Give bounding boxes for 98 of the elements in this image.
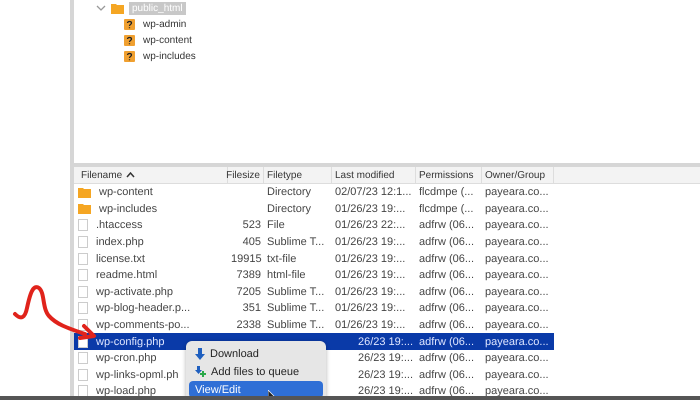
- owner-cell-text: payeara.co...: [484, 368, 550, 381]
- filetype-cell-text: html-file: [266, 269, 307, 282]
- menu-item[interactable]: Add files to queue: [189, 363, 323, 380]
- filename-cell-text: wp-load.php: [95, 385, 157, 398]
- owner-cell-text: payeara.co...: [484, 319, 550, 332]
- modified-cell-text: 01/26/23 19:...: [334, 269, 406, 282]
- owner-cell-text: payeara.co...: [484, 219, 550, 232]
- question-mark-icon: [124, 50, 135, 62]
- permissions-cell-text: adfrw (06...: [418, 269, 476, 282]
- file-icon: [78, 385, 88, 398]
- filetype-cell-text: File: [266, 219, 286, 232]
- folder-icon: [78, 203, 91, 214]
- tree-item[interactable]: wp-includes: [140, 50, 199, 62]
- owner-cell-text: payeara.co...: [484, 236, 550, 248]
- permissions-cell-text: adfrw (06...: [418, 385, 476, 398]
- permissions-cell-text: adfrw (06...: [418, 319, 476, 332]
- filename-cell-text: wp-comments-po...: [95, 319, 191, 332]
- question-mark-icon: [124, 18, 135, 30]
- filetype-cell-text: txt-file: [266, 252, 298, 265]
- menu-item[interactable]: Download: [189, 345, 323, 362]
- filesize-cell-text: 2338: [236, 319, 262, 332]
- modified-cell-text: 01/26/23 19:...: [334, 286, 406, 298]
- modified-cell-text: 01/26/23 19:...: [334, 202, 406, 215]
- filetype-cell-text: Directory: [266, 186, 312, 198]
- column-header[interactable]: Owner/Group: [482, 167, 554, 183]
- owner-cell-text: payeara.co...: [484, 385, 550, 398]
- filesize-cell-text: 7389: [236, 269, 262, 282]
- modified-cell-text: 01/26/23 19:...: [334, 236, 406, 248]
- filesize-cell-text: 7205: [236, 286, 262, 298]
- filename-cell-text: wp-content: [98, 186, 154, 198]
- permissions-cell-text: adfrw (06...: [418, 336, 476, 348]
- modified-cell-text: 01/26/23 19:...: [334, 252, 406, 265]
- permissions-cell-text: adfrw (06...: [418, 302, 476, 314]
- filename-cell-text: wp-includes: [98, 202, 158, 215]
- modified-cell-text: 26/23 19:...: [356, 352, 414, 364]
- download-icon: [195, 348, 205, 360]
- column-header[interactable]: Permissions: [416, 167, 482, 183]
- modified-cell-text: 02/07/23 12:1...: [334, 186, 412, 198]
- filename-cell-text: readme.html: [95, 269, 158, 282]
- tree-item[interactable]: wp-admin: [140, 18, 190, 30]
- owner-cell-text: payeara.co...: [484, 269, 550, 282]
- file-icon: [78, 368, 88, 381]
- file-icon: [78, 252, 88, 265]
- permissions-cell-text: adfrw (06...: [418, 252, 476, 265]
- file-icon: [78, 286, 88, 298]
- filesize-cell-text: 19915: [230, 252, 263, 265]
- file-icon: [78, 219, 88, 232]
- filetype-cell-text: Sublime T...: [266, 302, 326, 314]
- permissions-cell-text: adfrw (06...: [418, 236, 476, 248]
- filename-cell-text: index.php: [95, 236, 145, 248]
- filetype-cell-text: Sublime T...: [266, 319, 326, 332]
- modified-cell-text: 01/26/23 19:...: [334, 302, 406, 314]
- column-header[interactable]: Last modified: [332, 167, 416, 183]
- filetype-cell-text: Directory: [266, 202, 312, 215]
- question-mark-icon: [124, 34, 135, 46]
- folder-icon: [111, 2, 124, 14]
- owner-cell-text: payeara.co...: [484, 186, 550, 198]
- modified-cell-text: 26/23 19:...: [356, 368, 414, 381]
- permissions-cell-text: flcdmpe (...: [418, 202, 474, 215]
- file-icon: [78, 269, 88, 282]
- filetype-cell-text: Sublime T...: [266, 286, 326, 298]
- file-icon: [78, 352, 88, 364]
- filename-cell-text: .htaccess: [95, 219, 144, 232]
- filename-cell-text: wp-activate.php: [95, 286, 174, 298]
- file-icon: [78, 302, 88, 314]
- modified-cell-text: 26/23 19:...: [356, 385, 414, 398]
- owner-cell-text: payeara.co...: [484, 336, 550, 348]
- permissions-cell-text: adfrw (06...: [418, 286, 476, 298]
- owner-cell-text: payeara.co...: [484, 252, 550, 265]
- permissions-cell-text: adfrw (06...: [418, 368, 476, 381]
- modified-cell-text: 01/26/23 19:...: [334, 319, 406, 332]
- filename-cell-text: wp-links-opml.ph: [95, 368, 180, 381]
- filename-cell-text: wp-cron.php: [95, 352, 158, 364]
- column-header[interactable]: Filename: [78, 167, 228, 183]
- chevron-icon[interactable]: [96, 4, 106, 12]
- filesize-cell-text: 351: [242, 302, 262, 314]
- owner-cell-text: payeara.co...: [484, 202, 550, 215]
- permissions-cell-text: adfrw (06...: [418, 219, 476, 232]
- permissions-cell-text: flcdmpe (...: [418, 186, 474, 198]
- column-header[interactable]: Filetype: [264, 167, 332, 183]
- owner-cell-text: payeara.co...: [484, 286, 550, 298]
- add-queue-icon: [195, 366, 206, 378]
- sort-up-icon: [126, 172, 136, 178]
- modified-cell-text: 01/26/23 22:...: [334, 219, 406, 232]
- owner-cell-text: payeara.co...: [484, 302, 550, 314]
- modified-cell-text: 26/23 19:...: [356, 336, 414, 348]
- filesize-cell-text: 405: [242, 236, 262, 248]
- column-header[interactable]: Filesize: [228, 167, 264, 183]
- permissions-cell-text: adfrw (06...: [418, 352, 476, 364]
- tree-item[interactable]: wp-content: [140, 34, 195, 46]
- file-icon: [78, 236, 88, 248]
- filename-cell-text: wp-config.php: [95, 336, 166, 348]
- filesize-cell-text: 523: [242, 219, 262, 232]
- filename-cell-text: license.txt: [95, 252, 146, 265]
- owner-cell-text: payeara.co...: [484, 352, 550, 364]
- filetype-cell-text: Sublime T...: [266, 236, 326, 248]
- folder-icon: [78, 186, 91, 198]
- filename-cell-text: wp-blog-header.p...: [95, 302, 192, 314]
